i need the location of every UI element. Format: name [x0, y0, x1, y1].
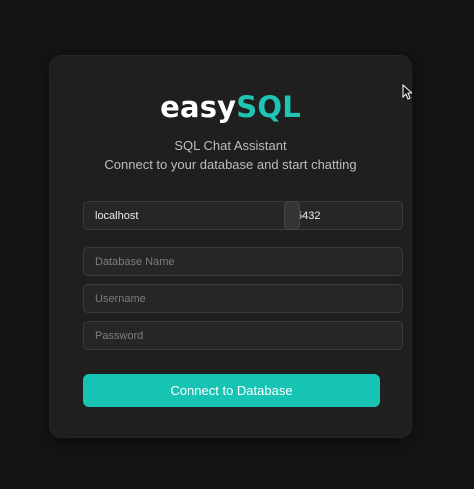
database-name-input[interactable]: [83, 247, 403, 276]
app-logo: easySQL: [50, 89, 411, 125]
app-tagline: Connect to your database and start chatt…: [104, 157, 357, 172]
host-port-row: [83, 201, 403, 230]
connect-button[interactable]: Connect to Database: [83, 374, 380, 407]
login-card: easySQL SQL Chat Assistant Connect to yo…: [49, 55, 412, 438]
app-subtitle: SQL Chat Assistant: [174, 138, 287, 153]
port-input[interactable]: [284, 201, 403, 230]
port-divider-handle: [284, 201, 300, 230]
logo-easy-text: easy: [160, 90, 237, 124]
username-input[interactable]: [83, 284, 403, 313]
host-input[interactable]: [83, 201, 295, 230]
mouse-pointer-icon: [402, 84, 412, 100]
password-input[interactable]: [83, 321, 403, 350]
logo-sql-text: SQL: [236, 90, 301, 124]
